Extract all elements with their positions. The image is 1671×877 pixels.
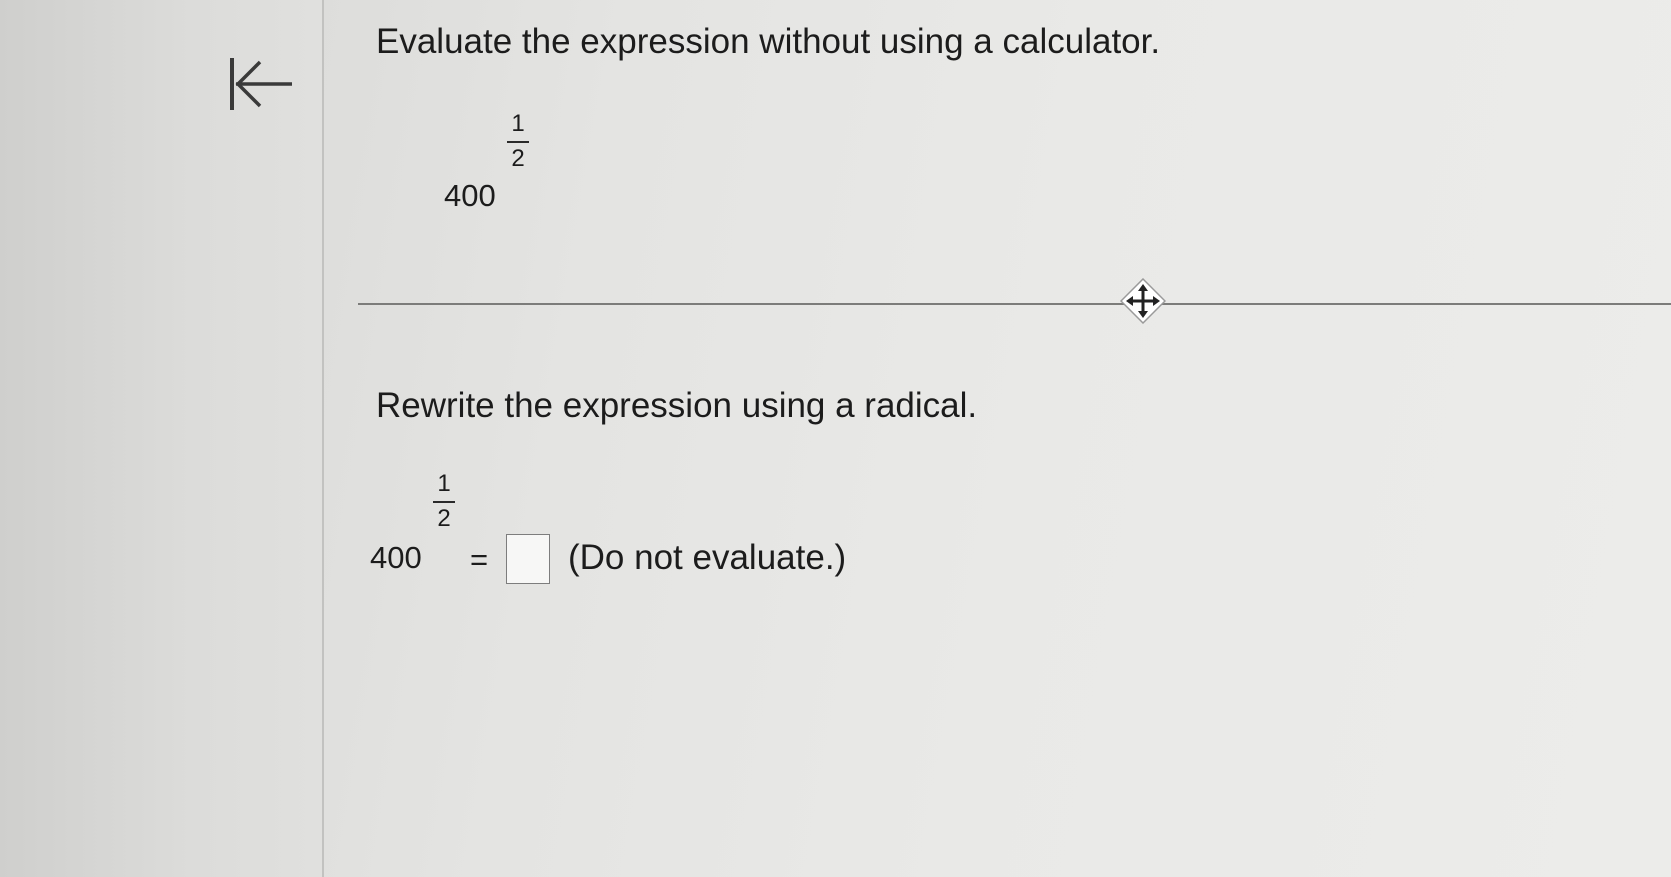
- expression-base: 400: [370, 540, 422, 575]
- expression-base: 400: [444, 178, 496, 213]
- fraction-bar: [507, 141, 529, 143]
- expression-exponent: 1 2: [432, 470, 456, 532]
- move-handle-icon: [1119, 277, 1167, 325]
- part-expression: 400 1 2: [370, 470, 470, 580]
- expression-exponent: 1 2: [506, 110, 530, 172]
- panel-divider: [322, 0, 324, 877]
- exponent-denominator: 2: [511, 144, 525, 172]
- left-panel: [0, 0, 322, 877]
- exponent-numerator: 1: [511, 110, 525, 137]
- instruction-note: (Do not evaluate.): [568, 538, 847, 577]
- part-prompt: Rewrite the expression using a radical.: [376, 386, 978, 425]
- question-prompt: Evaluate the expression without using a …: [376, 22, 1161, 61]
- fraction-bar: [433, 501, 455, 503]
- exponent-denominator: 2: [437, 504, 451, 532]
- collapse-panel-button[interactable]: [226, 52, 298, 118]
- equals-sign: =: [470, 542, 489, 577]
- move-handle[interactable]: [1119, 277, 1167, 325]
- question-expression: 400 1 2: [444, 110, 564, 220]
- exponent-numerator: 1: [437, 470, 451, 497]
- section-divider: [358, 303, 1671, 305]
- collapse-left-arrow-icon: [230, 58, 292, 110]
- answer-input[interactable]: [506, 534, 550, 584]
